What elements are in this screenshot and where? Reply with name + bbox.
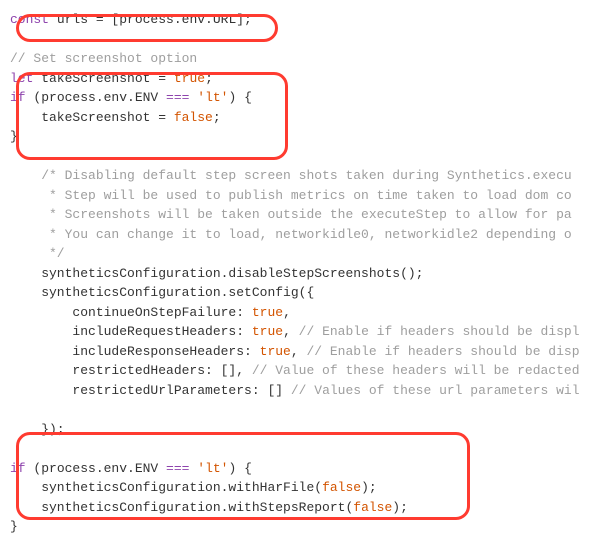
code-text: restrictedHeaders: [], xyxy=(10,363,252,378)
keyword-true: true xyxy=(174,71,205,86)
code-line: restrictedUrlParameters: [] // Values of… xyxy=(10,381,600,401)
code-line: * You can change it to load, networkidle… xyxy=(10,225,600,245)
blank-line xyxy=(10,147,600,167)
code-text: ); xyxy=(361,480,377,495)
code-line: */ xyxy=(10,244,600,264)
comment: // Enable if headers should be displ xyxy=(299,324,580,339)
comment: // Set screenshot option xyxy=(10,51,197,66)
keyword-if: if xyxy=(10,90,26,105)
comment: * Screenshots will be taken outside the … xyxy=(10,207,572,222)
code-text: ; xyxy=(205,71,213,86)
code-text: includeRequestHeaders: xyxy=(10,324,252,339)
code-line: if (process.env.ENV === 'lt') { xyxy=(10,88,600,108)
code-text: ); xyxy=(392,500,408,515)
code-line: syntheticsConfiguration.disableStepScree… xyxy=(10,264,600,284)
code-line: if (process.env.ENV === 'lt') { xyxy=(10,459,600,479)
blank-line xyxy=(10,400,600,420)
code-text: , xyxy=(283,305,291,320)
code-text: } xyxy=(10,129,18,144)
code-text: syntheticsConfiguration.disableStepScree… xyxy=(10,266,423,281)
comment: * You can change it to load, networkidle… xyxy=(10,227,572,242)
keyword-false: false xyxy=(353,500,392,515)
code-text: ; xyxy=(213,110,221,125)
keyword-false: false xyxy=(174,110,213,125)
code-text: continueOnStepFailure: xyxy=(10,305,252,320)
operator: === xyxy=(166,90,189,105)
code-line: const urls = [process.env.URL]; xyxy=(10,10,600,30)
string-literal: 'lt' xyxy=(197,90,228,105)
code-line: syntheticsConfiguration.setConfig({ xyxy=(10,283,600,303)
code-line: syntheticsConfiguration.withStepsReport(… xyxy=(10,498,600,518)
code-line: * Step will be used to publish metrics o… xyxy=(10,186,600,206)
code-line: restrictedHeaders: [], // Value of these… xyxy=(10,361,600,381)
comment: // Values of these url parameters wil xyxy=(291,383,580,398)
code-text: takeScreenshot = xyxy=(10,110,174,125)
code-line: let takeScreenshot = true; xyxy=(10,69,600,89)
code-line: /* Disabling default step screen shots t… xyxy=(10,166,600,186)
keyword-let: let xyxy=(10,71,33,86)
code-text: urls = [process.env.URL]; xyxy=(49,12,252,27)
code-text: takeScreenshot = xyxy=(33,71,173,86)
code-text: (process.env.ENV xyxy=(26,461,166,476)
code-line: // Set screenshot option xyxy=(10,49,600,69)
comment: */ xyxy=(10,246,65,261)
string-literal: 'lt' xyxy=(197,461,228,476)
code-text: } xyxy=(10,519,18,534)
code-text: syntheticsConfiguration.withHarFile( xyxy=(10,480,322,495)
comment: /* Disabling default step screen shots t… xyxy=(10,168,572,183)
code-line: }); xyxy=(10,420,600,440)
keyword-true: true xyxy=(260,344,291,359)
code-text: (process.env.ENV xyxy=(26,90,166,105)
code-line: takeScreenshot = false; xyxy=(10,108,600,128)
code-text: ) { xyxy=(228,90,251,105)
code-text: restrictedUrlParameters: [] xyxy=(10,383,291,398)
code-text: , xyxy=(291,344,307,359)
operator: === xyxy=(166,461,189,476)
code-text: syntheticsConfiguration.setConfig({ xyxy=(10,285,314,300)
comment: // Enable if headers should be disp xyxy=(306,344,579,359)
blank-line xyxy=(10,439,600,459)
code-line: continueOnStepFailure: true, xyxy=(10,303,600,323)
blank-line xyxy=(10,30,600,50)
keyword-true: true xyxy=(252,305,283,320)
code-line: * Screenshots will be taken outside the … xyxy=(10,205,600,225)
code-line: includeRequestHeaders: true, // Enable i… xyxy=(10,322,600,342)
code-text: }); xyxy=(10,422,65,437)
code-line: } xyxy=(10,127,600,147)
code-text: includeResponseHeaders: xyxy=(10,344,260,359)
comment: // Value of these headers will be redact… xyxy=(252,363,580,378)
keyword-const: const xyxy=(10,12,49,27)
code-block: const urls = [process.env.URL]; // Set s… xyxy=(10,10,600,537)
code-line: includeResponseHeaders: true, // Enable … xyxy=(10,342,600,362)
code-text: ) { xyxy=(228,461,251,476)
code-line: syntheticsConfiguration.withHarFile(fals… xyxy=(10,478,600,498)
comment: * Step will be used to publish metrics o… xyxy=(10,188,572,203)
keyword-true: true xyxy=(252,324,283,339)
keyword-if: if xyxy=(10,461,26,476)
code-text: syntheticsConfiguration.withStepsReport( xyxy=(10,500,353,515)
code-text: , xyxy=(283,324,299,339)
code-line: } xyxy=(10,517,600,537)
keyword-false: false xyxy=(322,480,361,495)
